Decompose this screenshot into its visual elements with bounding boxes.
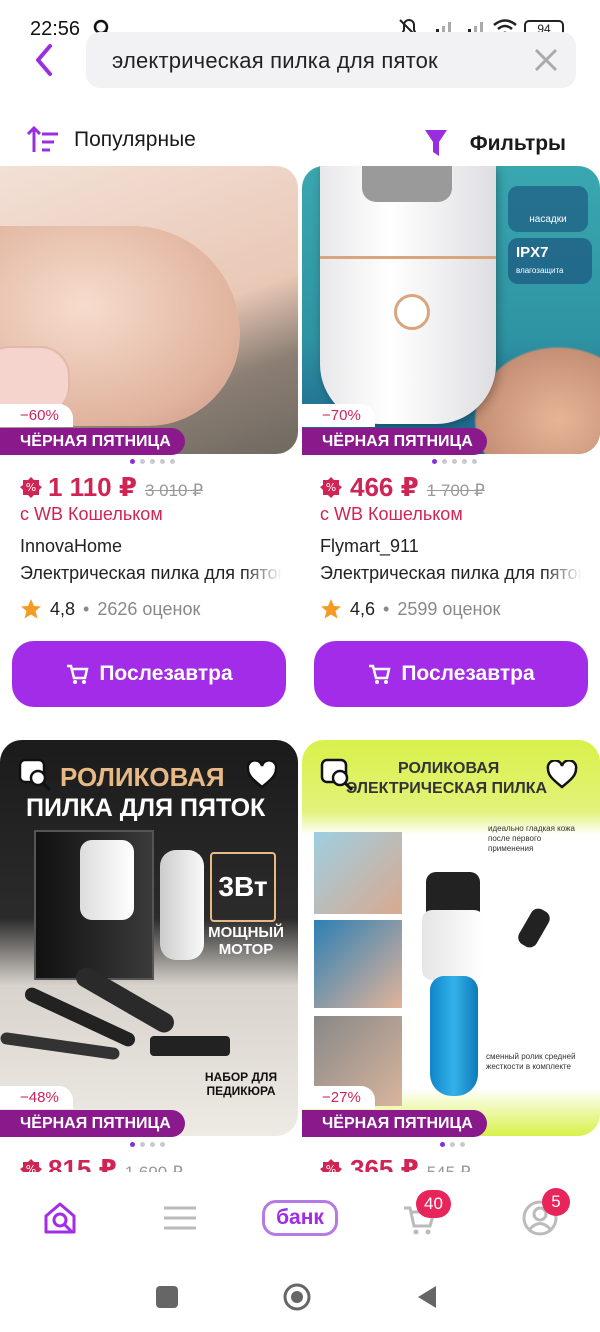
old-price: 3 010 ₽ (144, 481, 204, 500)
old-price: 545 ₽ (427, 1163, 471, 1172)
promo-badge: ЧЁРНАЯ ПЯТНИЦА (302, 1110, 487, 1137)
bottom-navigation: банк 40 5 (0, 1172, 600, 1264)
review-count: 2599 оценок (397, 598, 501, 619)
cart-count-badge: 40 (416, 1190, 451, 1218)
price: 815 ₽ (48, 1154, 117, 1172)
wallet-discount-icon: % (320, 1159, 342, 1172)
rating-sep: • (83, 598, 90, 619)
home-search-icon[interactable] (42, 1200, 80, 1236)
old-price: 1 690 ₽ (125, 1163, 183, 1172)
home-icon[interactable] (282, 1282, 312, 1312)
price: 1 110 ₽ (48, 472, 137, 502)
rating-value: 4,6 (350, 598, 376, 619)
product-card[interactable]: насадки IPX7 влагозащита −70% ЧЁРНАЯ ПЯТ… (302, 166, 600, 726)
image-motor: МОЩНЫЙ МОТОР (208, 924, 284, 958)
image-title-2: ЭЛЕКТРИЧЕСКАЯ ПИЛКА (346, 780, 548, 797)
wallet-note: с WB Кошельком (320, 504, 463, 524)
ipx-label: IPX7 (516, 244, 549, 261)
image-note-1: идеально гладкая кожа после первого прим… (488, 824, 575, 853)
product-name: Электрическая пилка для пяток (320, 563, 582, 583)
price: 365 ₽ (350, 1154, 419, 1172)
image-power: 3Вт (210, 852, 276, 922)
svg-text:%: % (26, 1163, 36, 1172)
filter-icon[interactable] (424, 128, 448, 158)
image-pager (130, 459, 175, 464)
svg-text:%: % (26, 481, 36, 494)
discount-badge: −70% (302, 404, 375, 427)
brand-name: Flymart_911 (320, 536, 419, 556)
image-badge-top: насадки (508, 186, 588, 232)
price: 466 ₽ (350, 472, 419, 502)
discount-badge: −27% (302, 1086, 375, 1109)
search-header: электрическая пилка для пяток (0, 26, 600, 96)
promo-badge: ЧЁРНАЯ ПЯТНИЦА (0, 428, 185, 455)
back-icon[interactable] (414, 1284, 440, 1310)
similar-search-icon[interactable] (320, 758, 356, 792)
bank-button[interactable]: банк (262, 1200, 338, 1236)
image-badge-ipx: IPX7 влагозащита (508, 238, 592, 284)
review-count: 2626 оценок (97, 598, 201, 619)
bank-label: банк (276, 1206, 324, 1229)
back-arrow-icon[interactable] (30, 42, 60, 78)
discount-badge: −60% (0, 404, 73, 427)
system-navigation (0, 1264, 600, 1332)
favorite-heart-icon[interactable] (546, 760, 578, 790)
add-to-cart-button[interactable]: Послезавтра (314, 641, 588, 707)
rating-value: 4,8 (50, 598, 76, 619)
cart-icon (369, 664, 391, 684)
product-image[interactable]: РОЛИКОВАЯ ПИЛКА ДЛЯ ПЯТОК 3Вт МОЩНЫЙ МОТ… (0, 740, 298, 1136)
similar-search-icon[interactable] (18, 758, 54, 792)
ipx-sub: влагозащита (516, 266, 564, 275)
promo-badge: ЧЁРНАЯ ПЯТНИЦА (302, 428, 487, 455)
image-note-2: сменный ролик средней жесткости в компле… (486, 1052, 576, 1071)
filter-button[interactable]: Фильтры (470, 132, 566, 156)
image-title-2: ПИЛКА ДЛЯ ПЯТОК (26, 794, 266, 822)
price-row: 365 ₽ 545 ₽ (350, 1154, 471, 1172)
image-pager (432, 459, 477, 464)
clear-icon[interactable] (532, 46, 560, 74)
profile-count-badge: 5 (542, 1188, 570, 1216)
price-row: 1 110 ₽ 3 010 ₽ (48, 472, 203, 503)
rating: 4,6 • 2599 оценок (320, 598, 500, 620)
image-title-1: РОЛИКОВАЯ (60, 762, 225, 792)
menu-icon[interactable] (162, 1204, 198, 1232)
rating: 4,8 • 2626 оценок (20, 598, 200, 620)
product-card[interactable]: РОЛИКОВАЯ ПИЛКА ДЛЯ ПЯТОК 3Вт МОЩНЫЙ МОТ… (0, 740, 300, 1172)
add-to-cart-button[interactable]: Послезавтра (12, 641, 286, 707)
brand-name: InnovaHome (20, 536, 123, 556)
wallet-discount-icon: % (20, 1159, 42, 1172)
promo-badge: ЧЁРНАЯ ПЯТНИЦА (0, 1110, 185, 1137)
product-name: Электрическая пилка для пяток (20, 563, 282, 583)
recent-apps-icon[interactable] (156, 1286, 178, 1308)
wallet-note: с WB Кошельком (20, 504, 163, 524)
search-query: электрическая пилка для пяток (112, 48, 438, 73)
product-card[interactable]: РОЛИКОВАЯ ЭЛЕКТРИЧЕСКАЯ ПИЛКА идеально г… (302, 740, 600, 1172)
product-card[interactable]: −60% ЧЁРНАЯ ПЯТНИЦА % 1 110 ₽ 3 010 ₽ с … (0, 166, 300, 726)
svg-text:%: % (326, 1163, 336, 1172)
price-row: 815 ₽ 1 690 ₽ (48, 1154, 183, 1172)
image-set-label: НАБОР ДЛЯ ПЕДИКЮРА (204, 1070, 278, 1098)
cart-icon (67, 664, 89, 684)
old-price: 1 700 ₽ (426, 481, 485, 500)
favorite-heart-icon[interactable] (246, 760, 278, 790)
discount-badge: −48% (0, 1086, 73, 1109)
price-row: 466 ₽ 1 700 ₽ (350, 472, 485, 503)
sort-filter-bar: Популярные Фильтры (0, 110, 600, 174)
image-pager (440, 1142, 465, 1147)
rating-sep: • (383, 598, 390, 619)
image-pager (130, 1142, 165, 1147)
wallet-discount-icon: % (20, 477, 42, 498)
delivery-label: Послезавтра (401, 662, 535, 685)
star-icon (321, 599, 341, 619)
star-icon (21, 599, 41, 619)
delivery-label: Послезавтра (99, 662, 233, 685)
sort-button[interactable]: Популярные (74, 128, 196, 152)
image-title-1: РОЛИКОВАЯ (398, 760, 500, 777)
sort-icon[interactable] (26, 126, 60, 156)
wallet-discount-icon: % (320, 477, 342, 498)
svg-text:%: % (326, 481, 336, 494)
search-input[interactable]: электрическая пилка для пяток (86, 32, 576, 88)
product-image[interactable]: РОЛИКОВАЯ ЭЛЕКТРИЧЕСКАЯ ПИЛКА идеально г… (302, 740, 600, 1136)
